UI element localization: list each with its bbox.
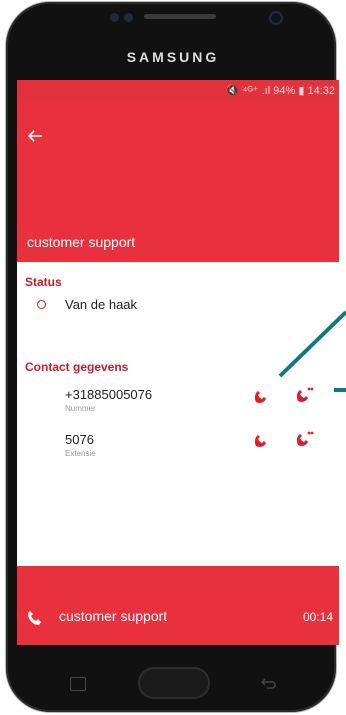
device-brand: SAMSUNG — [126, 49, 220, 65]
active-call-name: customer support — [59, 608, 168, 624]
proximity-sensor — [110, 13, 119, 22]
back-key-icon[interactable] — [258, 677, 278, 691]
front-camera — [269, 11, 283, 25]
call-handset-icon[interactable] — [252, 432, 274, 450]
call-timer: 00:14 — [302, 610, 333, 624]
call-transfer-icon[interactable] — [293, 386, 315, 404]
active-call-bar[interactable]: customer support 00:14 — [17, 566, 339, 645]
contact-extension-value: 5076 — [65, 432, 94, 447]
phone-icon — [28, 611, 41, 625]
arrow-left-icon[interactable] — [27, 128, 43, 144]
home-button[interactable] — [138, 667, 210, 699]
recent-apps-key[interactable] — [70, 677, 86, 691]
status-radio-icon[interactable] — [37, 300, 46, 309]
status-icons: 🔇 ⁴ᴳ⁺ .ıl 94% ▮ 14:32 — [225, 85, 335, 97]
app-bar: customer support — [17, 102, 339, 262]
page-title: customer support — [27, 234, 136, 250]
call-transfer-icon[interactable] — [293, 430, 315, 448]
status-section-title: Status — [25, 275, 62, 289]
contact-section-title: Contact gegevens — [25, 360, 129, 374]
contact-number-value: +31885005076 — [65, 387, 153, 402]
status-bar: 🔇 ⁴ᴳ⁺ .ıl 94% ▮ 14:32 — [17, 80, 339, 102]
light-sensor — [124, 13, 133, 22]
screen: 🔇 ⁴ᴳ⁺ .ıl 94% ▮ 14:32 customer support S… — [17, 80, 339, 645]
contact-number-label: Nummer — [65, 404, 96, 413]
earpiece-speaker — [144, 14, 216, 19]
contact-extension-label: Extensie — [65, 449, 96, 458]
call-handset-icon[interactable] — [252, 388, 274, 406]
status-value[interactable]: Van de haak — [65, 297, 137, 312]
